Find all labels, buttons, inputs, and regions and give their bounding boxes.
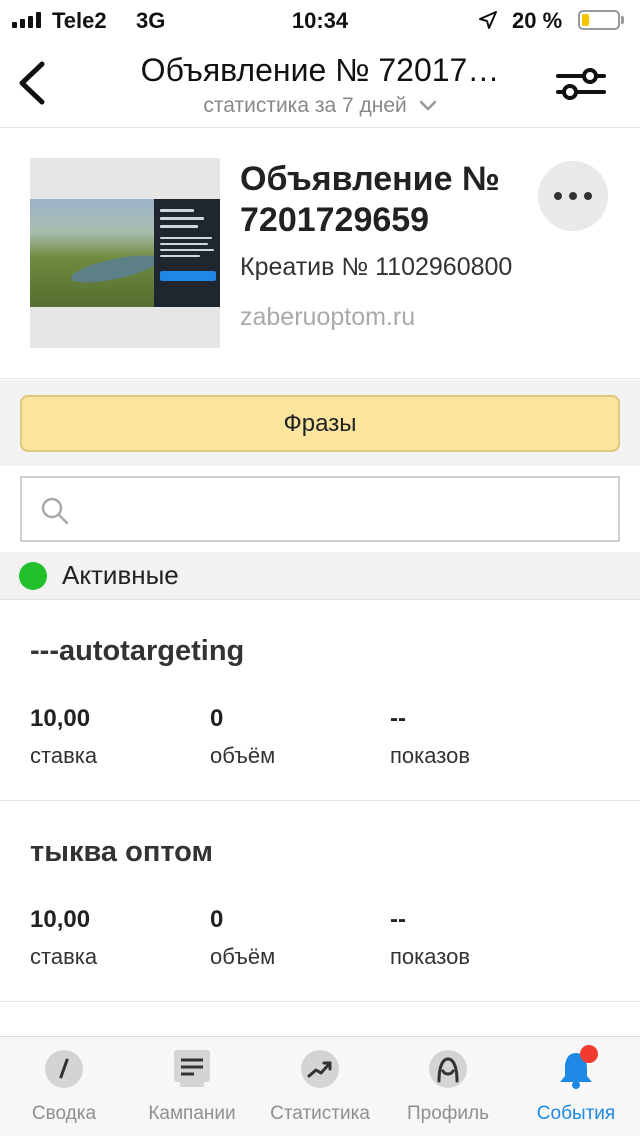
gauge-icon: [45, 1050, 83, 1088]
tab-label: Статистика: [270, 1103, 370, 1124]
phrases-button[interactable]: Фразы: [20, 395, 620, 452]
tab-events[interactable]: События: [512, 1037, 640, 1136]
battery-icon: [578, 10, 620, 30]
status-dot: [19, 562, 47, 590]
impressions-label: показов: [390, 743, 471, 768]
location-arrow-icon: [479, 11, 497, 29]
impressions-value: --: [390, 705, 406, 732]
tab-campaigns[interactable]: Кампании: [128, 1037, 256, 1136]
search-area: [0, 466, 640, 552]
phrase-name: ---autotargeting: [30, 635, 245, 667]
ad-title: Объявление № 7201729659: [240, 160, 500, 239]
tab-statistics[interactable]: Статистика: [256, 1037, 384, 1136]
tab-summary[interactable]: Сводка: [0, 1037, 128, 1136]
section-header-active: Активные: [0, 552, 640, 600]
search-icon: [41, 497, 69, 525]
battery-tip: [621, 16, 624, 24]
profile-icon: [429, 1050, 467, 1088]
page-title: Объявление № 72017…: [140, 52, 500, 88]
chevron-down-icon: [419, 101, 436, 111]
notification-badge: [580, 1045, 598, 1063]
bid-label: ставка: [30, 944, 98, 969]
document-icon: [174, 1050, 210, 1087]
period-selector[interactable]: статистика за 7 дней: [0, 94, 640, 118]
more-options-button[interactable]: [538, 161, 608, 231]
ad-creative-id: Креатив № 1102960800: [240, 253, 513, 281]
ad-preview-image: [30, 199, 220, 307]
tab-label: События: [536, 1103, 616, 1124]
ad-thumbnail: [30, 158, 220, 348]
tab-bar: Сводка Кампании Статистика Профиль Событ…: [0, 1036, 640, 1136]
tab-label: Профиль: [406, 1103, 490, 1124]
phrase-row[interactable]: тыква оптом 10,00 ставка 0 объём -- пока…: [0, 802, 640, 1002]
status-bar: Tele2 3G 10:34 20 %: [0, 0, 640, 40]
bid-value: 10,00: [30, 705, 91, 732]
phrase-row[interactable]: ---autotargeting 10,00 ставка 0 объём --…: [0, 601, 640, 801]
bid-label: ставка: [30, 743, 98, 768]
sliders-icon[interactable]: [554, 64, 608, 104]
tab-profile[interactable]: Профиль: [384, 1037, 512, 1136]
section-label: Активные: [62, 560, 179, 590]
more-dot-icon: [584, 192, 592, 200]
more-dot-icon: [554, 192, 562, 200]
volume-value: 0: [210, 705, 224, 732]
battery-percent: 20 %: [512, 8, 563, 33]
phrases-band: Фразы: [0, 380, 640, 466]
more-dot-icon: [569, 192, 577, 200]
volume-value: 0: [210, 906, 224, 933]
search-input[interactable]: [20, 476, 620, 542]
phrase-name: тыква оптом: [30, 836, 213, 868]
bell-icon: [560, 1045, 598, 1089]
ad-domain: zaberuoptom.ru: [240, 303, 416, 331]
bid-value: 10,00: [30, 906, 91, 933]
period-label: статистика за 7 дней: [203, 94, 407, 117]
ad-card: Объявление № 7201729659 Креатив № 110296…: [0, 129, 640, 379]
tab-label: Кампании: [148, 1103, 236, 1124]
battery-level: [582, 14, 589, 26]
impressions-label: показов: [390, 944, 471, 969]
volume-label: объём: [210, 944, 276, 969]
tab-label: Сводка: [31, 1103, 97, 1124]
impressions-value: --: [390, 906, 406, 933]
nav-header: Объявление № 72017… статистика за 7 дней: [0, 40, 640, 128]
volume-label: объём: [210, 743, 276, 768]
trend-icon: [301, 1050, 339, 1088]
